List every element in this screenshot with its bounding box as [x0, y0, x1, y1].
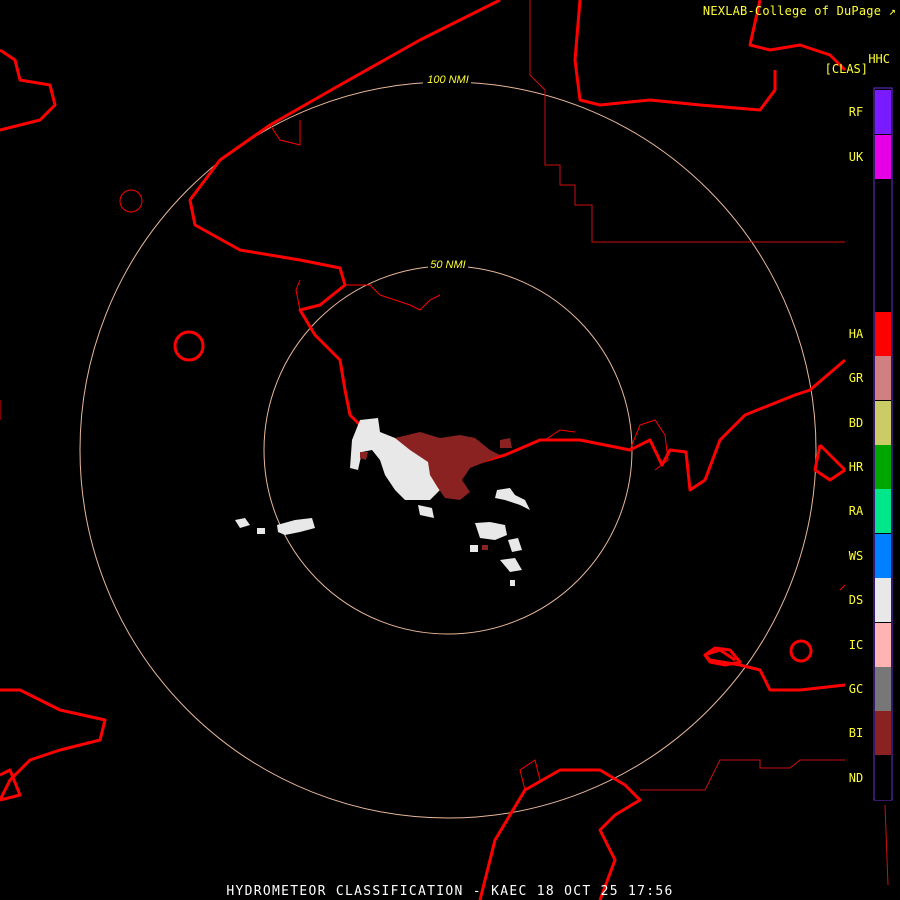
legend-swatch-nd: [875, 756, 891, 800]
legend-swatch-bi: [875, 711, 891, 755]
legend-label-hr: HR: [848, 460, 864, 474]
legend-swatch-ha: [875, 312, 891, 356]
legend-label-ha: HA: [848, 327, 864, 341]
state-boundaries: [529, 0, 889, 886]
legend-swatch-gc: [875, 667, 891, 711]
legend-label-ds: DS: [848, 593, 864, 607]
legend-swatch-uk: [875, 135, 891, 179]
radar-echoes: [235, 418, 530, 586]
legend-swatch-ds: [875, 578, 891, 622]
legend-swatch-rf: [875, 90, 891, 134]
legend-swatch-hr: [875, 445, 891, 489]
legend-label-ws: WS: [848, 549, 864, 563]
legend-color-bar: [873, 87, 893, 801]
legend-label-bd: BD: [848, 416, 864, 430]
footer-product-name: HYDROMETEOR CLASSIFICATION: [226, 884, 464, 899]
footer-separator: -: [472, 884, 482, 899]
legend-label-gc: GC: [848, 682, 864, 696]
radar-map: 100 NMI 50 NMI: [0, 0, 893, 900]
legend-swatch-ws: [875, 534, 891, 578]
product-footer: HYDROMETEOR CLASSIFICATION - KAEC 18 OCT…: [0, 884, 900, 900]
ring-label-50nmi: 50 NMI: [430, 259, 465, 271]
diagonal-arrow-icon[interactable]: ↗: [889, 4, 896, 18]
footer-datetime: 18 OCT 25 17:56: [536, 884, 674, 899]
legend-label-nd: ND: [848, 771, 864, 785]
legend-swatch-gr: [875, 356, 891, 400]
footer-station: KAEC: [491, 884, 528, 899]
legend-labels: RF UK HA GR BD HR RA WS DS IC GC BI ND: [840, 0, 872, 900]
legend-label-gr: GR: [848, 371, 864, 385]
ring-label-100nmi: 100 NMI: [427, 74, 469, 86]
legend-label-rf: RF: [848, 105, 864, 119]
legend-label-uk: UK: [848, 150, 864, 164]
legend-swatch-ic: [875, 623, 891, 667]
legend-label-ic: IC: [848, 638, 864, 652]
legend-label-bi: BI: [848, 726, 864, 740]
legend-swatch-ra: [875, 489, 891, 533]
legend-label-ra: RA: [848, 504, 864, 518]
legend-swatch-bd: [875, 401, 891, 445]
